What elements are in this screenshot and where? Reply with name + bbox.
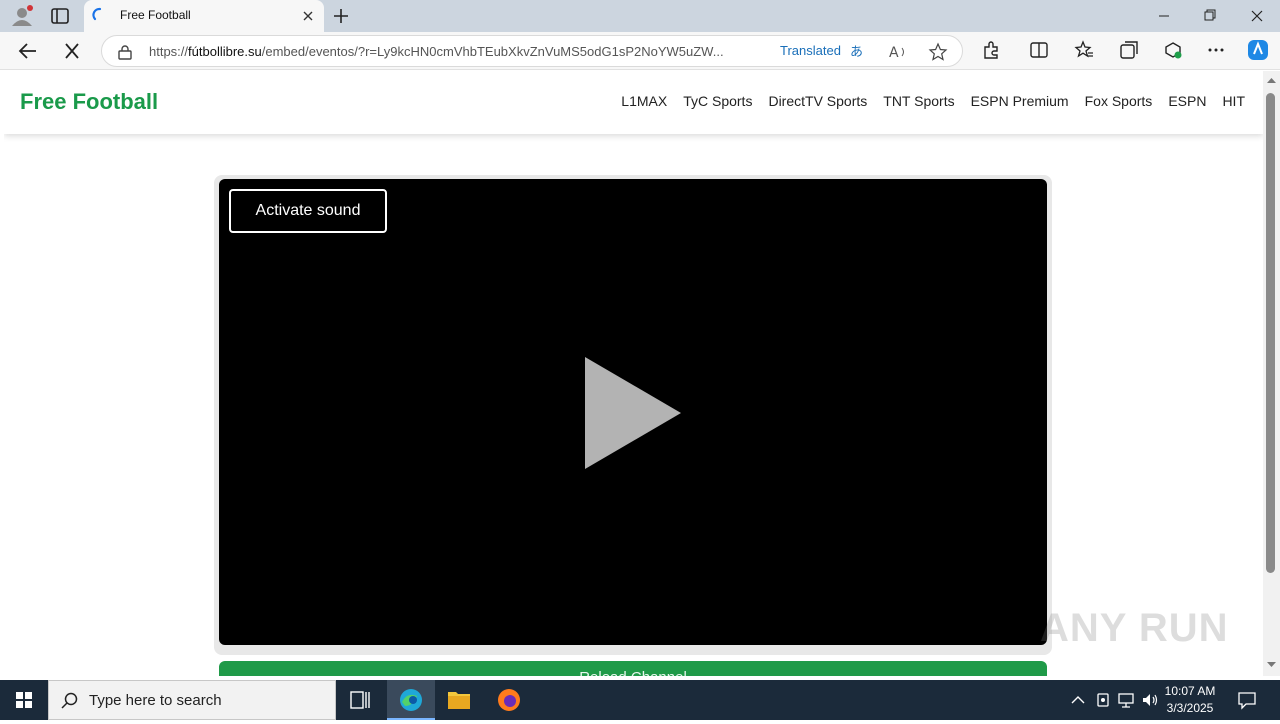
- clock-time: 10:07 AM: [1164, 684, 1216, 698]
- split-screen-icon[interactable]: [1028, 39, 1050, 61]
- volume-icon[interactable]: [1141, 691, 1159, 709]
- read-aloud-icon[interactable]: A: [888, 42, 908, 62]
- clock-date: 3/3/2025: [1166, 701, 1214, 715]
- file-explorer-icon[interactable]: [435, 680, 483, 720]
- nav-link-fox-sports[interactable]: Fox Sports: [1085, 93, 1153, 109]
- restore-icon[interactable]: [1187, 0, 1233, 32]
- extensions-icon[interactable]: [980, 39, 1002, 61]
- activate-sound-button[interactable]: Activate sound: [229, 189, 387, 233]
- nav-link-directv-sports[interactable]: DirectTV Sports: [768, 93, 867, 109]
- loading-spinner-icon: [92, 7, 108, 23]
- network-icon[interactable]: [1117, 691, 1135, 709]
- tab-actions-icon[interactable]: [50, 6, 70, 26]
- windows-start-icon[interactable]: [0, 680, 48, 720]
- favorites-icon[interactable]: [1073, 39, 1095, 61]
- scrollbar-thumb[interactable]: [1266, 93, 1275, 573]
- taskbar-search-box[interactable]: Type here to search: [48, 680, 336, 720]
- scroll-down-icon[interactable]: [1267, 661, 1276, 668]
- task-view-icon[interactable]: [336, 680, 384, 720]
- video-player[interactable]: Activate sound: [219, 179, 1047, 645]
- translate-icon[interactable]: あ: [850, 43, 868, 60]
- url-domain: fútbollibre.su: [188, 44, 262, 59]
- browser-essentials-icon[interactable]: [1162, 39, 1184, 61]
- stop-loading-icon[interactable]: [60, 40, 84, 62]
- firefox-icon[interactable]: [485, 680, 533, 720]
- tab-title: Free Football: [120, 8, 191, 22]
- edge-taskbar-icon[interactable]: [387, 680, 435, 720]
- nav-link-hit[interactable]: HIT: [1222, 93, 1245, 109]
- url-text[interactable]: https://fútbollibre.su/embed/eventos/?r=…: [149, 44, 769, 59]
- favorite-star-icon[interactable]: [928, 42, 948, 62]
- reload-channel-button[interactable]: Reload Channel: [219, 661, 1047, 676]
- site-logo[interactable]: Free Football: [20, 89, 158, 115]
- tab-free-football[interactable]: Free Football: [84, 0, 324, 32]
- nav-link-tyc-sports[interactable]: TyC Sports: [683, 93, 752, 109]
- show-hidden-icons-icon[interactable]: [1070, 693, 1086, 707]
- site-header: Free Football L1MAX TyC Sports DirectTV …: [4, 71, 1263, 134]
- scroll-up-icon[interactable]: [1267, 77, 1276, 84]
- close-tab-icon[interactable]: [298, 6, 318, 26]
- translated-label[interactable]: Translated: [780, 43, 841, 58]
- page-scrollbar[interactable]: [1263, 71, 1280, 676]
- nav-link-tnt-sports[interactable]: TNT Sports: [883, 93, 954, 109]
- address-bar-row: https://fútbollibre.su/embed/eventos/?r=…: [0, 32, 1280, 70]
- collections-icon[interactable]: [1118, 39, 1140, 61]
- nav-link-espn-premium[interactable]: ESPN Premium: [971, 93, 1069, 109]
- anyrun-watermark: ANY RUN: [1040, 606, 1229, 650]
- close-window-icon[interactable]: [1233, 0, 1279, 32]
- svg-text:A: A: [889, 45, 899, 61]
- device-icon[interactable]: [1094, 691, 1112, 709]
- profile-icon[interactable]: [10, 4, 34, 28]
- windows-taskbar: Type here to search 10:07 AM 3/3/2025: [0, 680, 1280, 720]
- channel-nav: L1MAX TyC Sports DirectTV Sports TNT Spo…: [621, 93, 1245, 109]
- web-page: Free Football L1MAX TyC Sports DirectTV …: [4, 71, 1263, 676]
- player-container: Activate sound: [214, 175, 1052, 655]
- back-arrow-icon[interactable]: [16, 40, 40, 62]
- more-options-icon[interactable]: [1205, 39, 1227, 61]
- nav-link-l1max[interactable]: L1MAX: [621, 93, 667, 109]
- svg-text:あ: あ: [850, 45, 863, 59]
- minimize-icon[interactable]: [1141, 0, 1187, 32]
- url-prefix: https://: [149, 44, 189, 59]
- nav-link-espn[interactable]: ESPN: [1168, 93, 1206, 109]
- copilot-icon[interactable]: [1246, 38, 1270, 62]
- url-field[interactable]: https://fútbollibre.su/embed/eventos/?r=…: [101, 35, 963, 67]
- url-path: /embed/eventos/?r=Ly9kcHN0cmVhbTEubXkvZn…: [261, 44, 724, 59]
- lock-icon[interactable]: [118, 44, 132, 60]
- tab-strip: Free Football: [0, 0, 1280, 32]
- search-icon: [61, 692, 78, 709]
- play-icon[interactable]: [585, 357, 681, 469]
- new-tab-icon[interactable]: [330, 5, 352, 27]
- system-clock[interactable]: 10:07 AM 3/3/2025: [1160, 683, 1220, 717]
- notifications-icon[interactable]: [1237, 690, 1257, 710]
- search-placeholder: Type here to search: [89, 692, 222, 709]
